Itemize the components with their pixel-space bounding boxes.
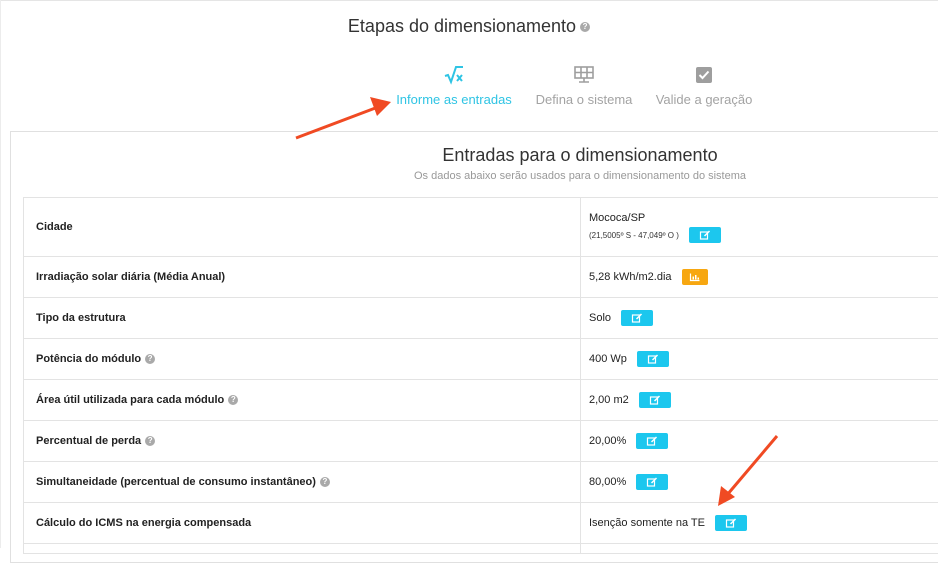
- edit-loss-button[interactable]: [636, 433, 668, 449]
- row-label: [24, 544, 581, 554]
- step-valide-geracao[interactable]: Valide a geração: [654, 64, 754, 107]
- table-row: Cálculo do ICMS na energia compensada Is…: [24, 503, 938, 544]
- edit-icon: [647, 436, 658, 446]
- table-row: Percentual de perda? 20,00%: [24, 421, 938, 462]
- row-value: 80,00%: [581, 462, 938, 503]
- help-icon[interactable]: ?: [320, 477, 330, 487]
- row-label: Irradiação solar diária (Média Anual): [24, 257, 581, 298]
- row-label: Cidade: [24, 198, 581, 257]
- solar-panel-icon: [573, 64, 595, 86]
- steps-heading: Etapas do dimensionamento?: [0, 16, 938, 37]
- step-informe-entradas[interactable]: Informe as entradas: [396, 64, 512, 107]
- table-row: Cidade Mococa/SP (21,5005º S - 47,049º O…: [24, 198, 938, 257]
- city-value: Mococa/SP: [589, 212, 938, 224]
- table-row: Área útil utilizada para cada módulo? 2,…: [24, 380, 938, 421]
- panel-title: Entradas para o dimensionamento: [0, 145, 938, 166]
- city-coordinates: (21,5005º S - 47,049º O ): [589, 230, 679, 239]
- edit-icon: [699, 230, 710, 240]
- left-border: [0, 0, 1, 548]
- row-value: Isenção somente na TE: [581, 503, 938, 544]
- help-icon[interactable]: ?: [145, 436, 155, 446]
- checkbox-icon: [693, 64, 715, 86]
- irradiation-chart-button[interactable]: [682, 269, 708, 285]
- table-row: Potência do módulo? 400 Wp: [24, 339, 938, 380]
- table-row: [24, 544, 938, 554]
- help-icon[interactable]: ?: [228, 395, 238, 405]
- edit-icon: [647, 354, 658, 364]
- table-row: Irradiação solar diária (Média Anual) 5,…: [24, 257, 938, 298]
- row-label: Tipo da estrutura: [24, 298, 581, 339]
- row-value: 5,28 kWh/m2.dia: [581, 257, 938, 298]
- edit-icon: [647, 477, 658, 487]
- edit-area-button[interactable]: [639, 392, 671, 408]
- chart-icon: [689, 273, 700, 282]
- help-icon[interactable]: ?: [580, 22, 590, 32]
- edit-icon: [725, 518, 736, 528]
- edit-icon: [632, 313, 643, 323]
- sqrt-x-icon: [443, 64, 465, 86]
- row-label: Simultaneidade (percentual de consumo in…: [24, 462, 581, 503]
- row-label: Área útil utilizada para cada módulo?: [24, 380, 581, 421]
- table-row: Tipo da estrutura Solo: [24, 298, 938, 339]
- edit-module-power-button[interactable]: [637, 351, 669, 367]
- row-label: Percentual de perda?: [24, 421, 581, 462]
- row-value: Mococa/SP (21,5005º S - 47,049º O ): [581, 198, 938, 257]
- step-label: Defina o sistema: [536, 92, 633, 107]
- inputs-table: Cidade Mococa/SP (21,5005º S - 47,049º O…: [23, 197, 938, 554]
- row-value: 20,00%: [581, 421, 938, 462]
- row-label: Potência do módulo?: [24, 339, 581, 380]
- steps-title: Etapas do dimensionamento: [348, 16, 576, 36]
- step-label: Valide a geração: [656, 92, 753, 107]
- row-value: [581, 544, 938, 554]
- help-icon[interactable]: ?: [145, 354, 155, 364]
- table-row: Simultaneidade (percentual de consumo in…: [24, 462, 938, 503]
- edit-icon: [649, 395, 660, 405]
- edit-city-button[interactable]: [689, 227, 721, 243]
- panel-subtitle: Os dados abaixo serão usados para o dime…: [0, 170, 938, 182]
- row-value: Solo: [581, 298, 938, 339]
- step-defina-sistema[interactable]: Defina o sistema: [534, 64, 634, 107]
- step-label: Informe as entradas: [396, 92, 512, 107]
- edit-simultaneity-button[interactable]: [636, 474, 668, 490]
- edit-icms-button[interactable]: [715, 515, 747, 531]
- top-border: [0, 0, 938, 1]
- row-value: 400 Wp: [581, 339, 938, 380]
- row-value: 2,00 m2: [581, 380, 938, 421]
- row-label: Cálculo do ICMS na energia compensada: [24, 503, 581, 544]
- edit-structure-button[interactable]: [621, 310, 653, 326]
